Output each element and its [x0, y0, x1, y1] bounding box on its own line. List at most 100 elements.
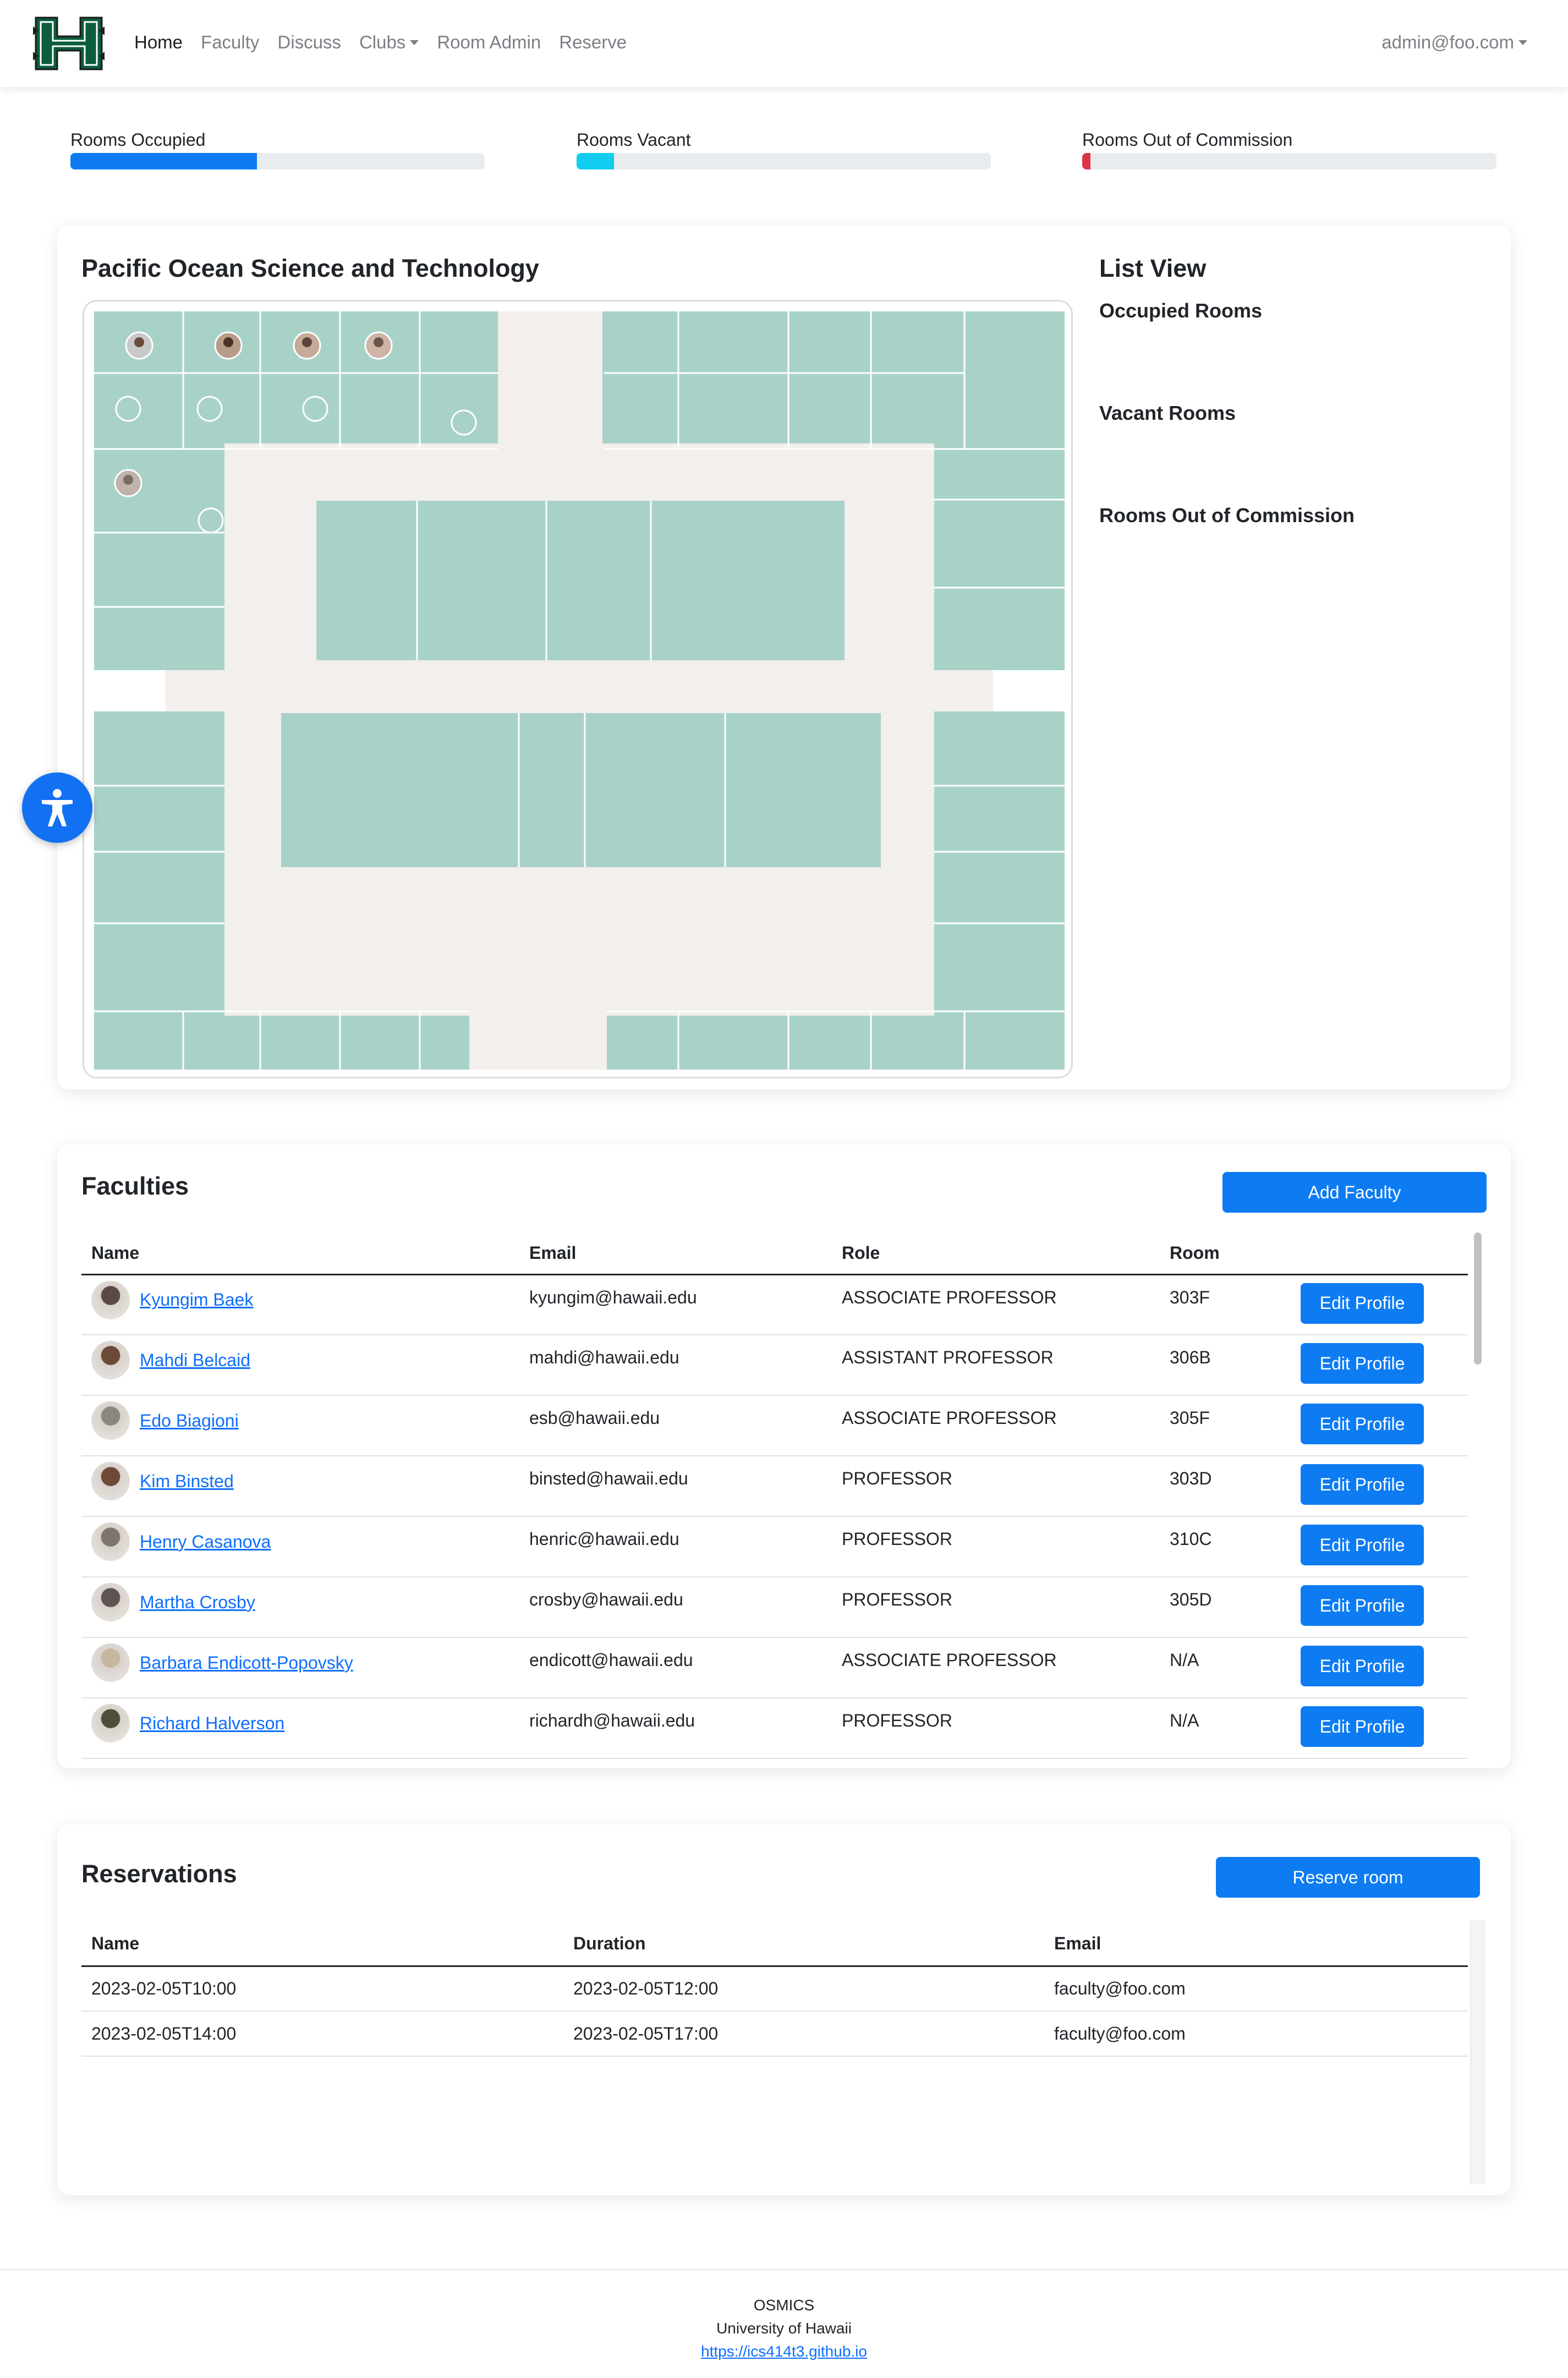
faculty-room-cell: N/A: [1160, 1698, 1291, 1759]
faculty-role-cell: PROFESSOR: [832, 1698, 1160, 1759]
faculty-name-link[interactable]: Martha Crosby: [140, 1592, 255, 1613]
faculties-scrollbar[interactable]: [1474, 1232, 1482, 1365]
occupied-rooms-heading: Occupied Rooms: [1099, 299, 1263, 322]
reservation-email-cell: faculty@foo.com: [1044, 1966, 1468, 2012]
faculty-actions-cell: Edit Profile: [1291, 1516, 1468, 1577]
table-row: Henry Casanova henric@hawaii.edu PROFESSOR…: [81, 1516, 1468, 1577]
nav-discuss-label: Discuss: [277, 32, 341, 52]
faculty-email-cell: binsted@hawaii.edu: [519, 1456, 832, 1517]
faculty-name-cell: Barbara Endicott-Popovsky: [81, 1637, 519, 1698]
rooms-occupied-progress: [70, 153, 485, 169]
faculty-actions-cell: Edit Profile: [1291, 1274, 1468, 1335]
faculty-role-cell: ASSOCIATE PROFESSOR: [832, 1637, 1160, 1698]
table-row: Mahdi Belcaid mahdi@hawaii.edu ASSISTANT P…: [81, 1335, 1468, 1396]
faculty-name-cell: Kim Binsted: [81, 1456, 519, 1517]
table-row: 2023-02-05T10:00 2023-02-05T12:00 faculty@…: [81, 1966, 1468, 2012]
faculty-name-link[interactable]: Edo Biagioni: [140, 1411, 239, 1431]
faculty-email-cell: richardh@hawaii.edu: [519, 1698, 832, 1759]
nav-clubs-dropdown[interactable]: Clubs: [359, 32, 419, 53]
rooms-vacant-stat: Rooms Vacant: [577, 129, 991, 169]
nav-home-label: Home: [134, 32, 183, 52]
nav-home[interactable]: Home: [134, 32, 183, 53]
edit-profile-button[interactable]: Edit Profile: [1301, 1585, 1424, 1626]
faculty-email-cell: esb@hawaii.edu: [519, 1395, 832, 1456]
faculty-actions-cell: Edit Profile: [1291, 1577, 1468, 1638]
faculty-name-link[interactable]: Richard Halverson: [140, 1713, 284, 1734]
building-title: Pacific Ocean Science and Technology: [81, 254, 539, 282]
edit-profile-button[interactable]: Edit Profile: [1301, 1525, 1424, 1565]
footer-link[interactable]: https://ics414t3.github.io: [701, 2343, 867, 2360]
faculty-role-cell: PROFESSOR: [832, 1577, 1160, 1638]
floor-plan-svg: [84, 302, 1071, 1077]
edit-profile-label: Edit Profile: [1319, 1716, 1405, 1736]
nav-clubs-label: Clubs: [359, 32, 406, 52]
nav-faculty[interactable]: Faculty: [201, 32, 259, 53]
faculty-name-link[interactable]: Henry Casanova: [140, 1532, 271, 1552]
edit-profile-button[interactable]: Edit Profile: [1301, 1343, 1424, 1384]
top-navbar: Home Faculty Discuss Clubs Room Admin Re…: [0, 0, 1568, 87]
add-faculty-button[interactable]: Add Faculty: [1222, 1172, 1487, 1213]
column-header-name: Name: [81, 1232, 519, 1275]
faculty-email-cell: crosby@hawaii.edu: [519, 1577, 832, 1638]
avatar: [91, 1462, 130, 1500]
edit-profile-button[interactable]: Edit Profile: [1301, 1706, 1424, 1747]
faculty-actions-cell: Edit Profile: [1291, 1395, 1468, 1456]
reservation-email-cell: faculty@foo.com: [1044, 2011, 1468, 2057]
edit-profile-label: Edit Profile: [1319, 1413, 1405, 1434]
nav-faculty-label: Faculty: [201, 32, 260, 52]
faculty-name-link[interactable]: Kyungim Baek: [140, 1290, 253, 1310]
reservations-header-row: Name Duration Email: [81, 1922, 1468, 1967]
nav-room-admin-label: Room Admin: [437, 32, 541, 52]
table-row: Martha Crosby crosby@hawaii.edu PROFESSOR 3…: [81, 1577, 1468, 1638]
column-header-room: Room: [1160, 1232, 1291, 1275]
main-nav: Home Faculty Discuss Clubs Room Admin Re…: [134, 32, 645, 53]
user-menu-dropdown[interactable]: admin@foo.com: [1381, 32, 1527, 53]
faculty-name-cell: Henry Casanova: [81, 1516, 519, 1577]
nav-room-admin[interactable]: Room Admin: [437, 32, 541, 53]
faculty-name-link[interactable]: Kim Binsted: [140, 1471, 234, 1492]
faculty-role-cell: PROFESSOR: [832, 1516, 1160, 1577]
faculty-name-cell: Martha Crosby: [81, 1577, 519, 1638]
floor-plan-map[interactable]: [83, 300, 1073, 1078]
faculty-actions-cell: Edit Profile: [1291, 1456, 1468, 1517]
faculty-role-cell: ASSOCIATE PROFESSOR: [832, 1274, 1160, 1335]
rooms-occupied-stat: Rooms Occupied: [70, 129, 485, 169]
faculty-room-cell: 305D: [1160, 1577, 1291, 1638]
edit-profile-button[interactable]: Edit Profile: [1301, 1464, 1424, 1505]
nav-reserve-label: Reserve: [559, 32, 627, 52]
reservation-duration-cell: 2023-02-05T12:00: [563, 1966, 1044, 2012]
faculty-name-link[interactable]: Barbara Endicott-Popovsky: [140, 1653, 353, 1673]
caret-down-icon: [410, 40, 419, 45]
reservations-scrollbar[interactable]: [1470, 1920, 1485, 2184]
faculty-room-cell: 306B: [1160, 1335, 1291, 1396]
edit-profile-button[interactable]: Edit Profile: [1301, 1404, 1424, 1444]
list-view-title: List View: [1099, 254, 1207, 282]
reserve-room-label: Reserve room: [1292, 1867, 1403, 1887]
faculty-email-cell: mahdi@hawaii.edu: [519, 1335, 832, 1396]
faculty-email-cell: kyungim@hawaii.edu: [519, 1274, 832, 1335]
nav-discuss[interactable]: Discuss: [277, 32, 341, 53]
table-row: 2023-02-05T14:00 2023-02-05T17:00 faculty@…: [81, 2011, 1468, 2057]
caret-down-icon: [1518, 40, 1527, 45]
avatar: [91, 1401, 130, 1440]
university-logo[interactable]: [33, 15, 105, 72]
column-header-duration: Duration: [563, 1922, 1044, 1967]
reserve-room-button[interactable]: Reserve room: [1216, 1857, 1480, 1898]
faculties-header-row: Name Email Role Room: [81, 1232, 1468, 1275]
reservations-title: Reservations: [81, 1860, 237, 1888]
edit-profile-button[interactable]: Edit Profile: [1301, 1283, 1424, 1324]
edit-profile-label: Edit Profile: [1319, 1595, 1405, 1615]
column-header-email: Email: [519, 1232, 832, 1275]
avatar: [91, 1704, 130, 1743]
rooms-out-progress: [1082, 153, 1496, 169]
avatar: [91, 1522, 130, 1561]
edit-profile-button[interactable]: Edit Profile: [1301, 1646, 1424, 1686]
faculty-actions-cell: Edit Profile: [1291, 1335, 1468, 1396]
faculty-email-cell: henric@hawaii.edu: [519, 1516, 832, 1577]
accessibility-button[interactable]: [22, 772, 92, 843]
faculty-name-link[interactable]: Mahdi Belcaid: [140, 1350, 250, 1371]
edit-profile-label: Edit Profile: [1319, 1353, 1405, 1373]
faculty-room-cell: 303F: [1160, 1274, 1291, 1335]
nav-reserve[interactable]: Reserve: [559, 32, 627, 53]
rooms-out-stat: Rooms Out of Commission: [1082, 129, 1496, 169]
